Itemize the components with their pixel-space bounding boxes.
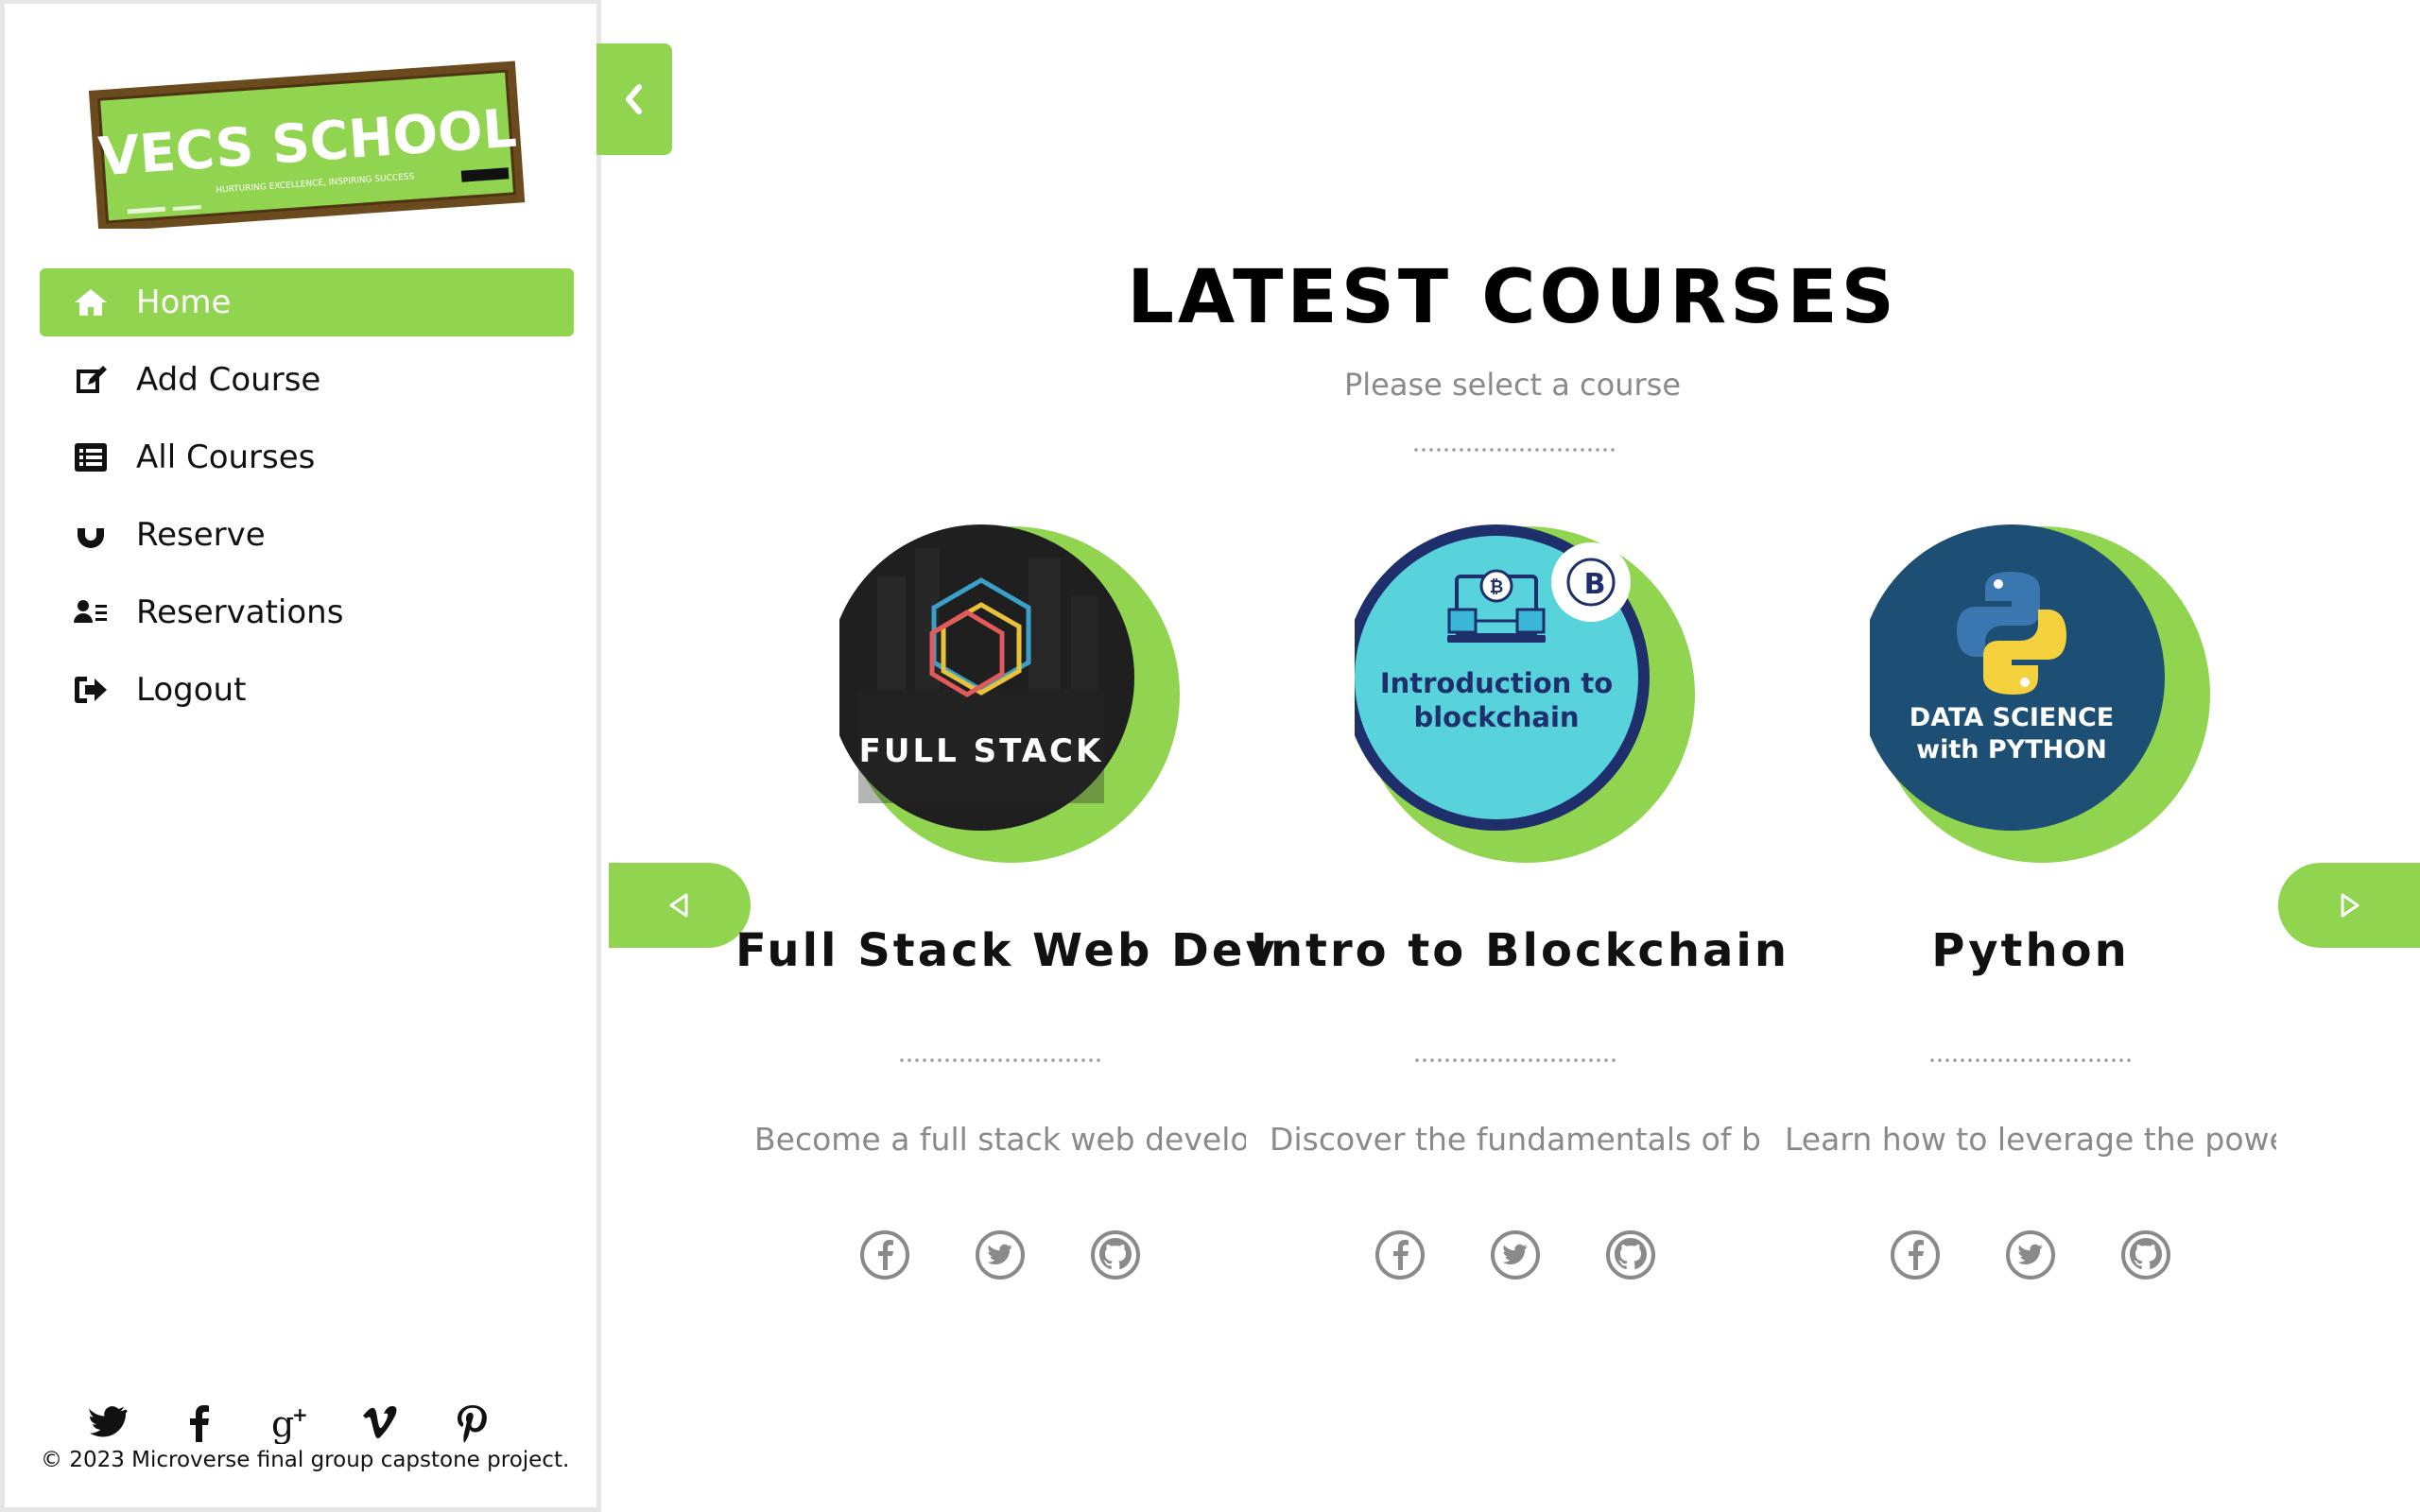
course-divider bbox=[1928, 1058, 2133, 1062]
twitter-icon[interactable] bbox=[88, 1402, 130, 1444]
course-image-full-stack[interactable]: FULL STACK bbox=[839, 520, 1199, 879]
nav-item-home[interactable]: Home bbox=[40, 268, 574, 336]
twitter-icon[interactable] bbox=[1489, 1228, 1542, 1281]
facebook-icon[interactable] bbox=[1889, 1228, 1942, 1281]
course-divider bbox=[1413, 1058, 1617, 1062]
nav-item-all-courses[interactable]: All Courses bbox=[40, 423, 574, 491]
course-description: Become a full stack web develo bbox=[754, 1121, 1246, 1158]
triangle-left-icon bbox=[669, 893, 688, 918]
user-list-icon bbox=[71, 593, 111, 632]
vecs-school-logo[interactable]: VECS SCHOOL HURTURING EXCELLENCE, INSPIR… bbox=[85, 49, 529, 229]
chevron-left-icon bbox=[626, 84, 642, 114]
course-image-label: DATA SCIENCE bbox=[1910, 703, 2114, 732]
nav-label: Logout bbox=[136, 671, 247, 709]
facebook-icon[interactable] bbox=[179, 1402, 220, 1444]
course-image-label: Introduction to bbox=[1380, 667, 1613, 699]
nav-label: Add Course bbox=[136, 361, 321, 399]
triangle-right-icon bbox=[2341, 893, 2360, 918]
course-card[interactable]: FULL STACK Full Stack Web Dev Become a f… bbox=[735, 520, 1275, 1304]
github-icon[interactable] bbox=[2119, 1228, 2172, 1281]
google-plus-icon[interactable]: g + bbox=[269, 1402, 311, 1444]
sidebar-social-links: g + bbox=[88, 1402, 493, 1444]
course-social-links bbox=[858, 1228, 1142, 1281]
nav-item-logout[interactable]: Logout bbox=[40, 656, 574, 724]
course-social-links bbox=[1889, 1228, 2172, 1281]
carousel-next-button[interactable] bbox=[2278, 863, 2420, 948]
svg-text:+: + bbox=[292, 1403, 308, 1426]
pinterest-icon[interactable] bbox=[451, 1402, 493, 1444]
course-image-label: with PYTHON bbox=[1916, 735, 2107, 765]
sidebar-nav: Home Add Course All Courses Reserve Rese… bbox=[40, 268, 574, 733]
course-card[interactable]: DATA SCIENCE with PYTHON Python Learn ho… bbox=[1785, 520, 2276, 1304]
home-icon bbox=[71, 283, 111, 322]
nav-label: Home bbox=[136, 284, 232, 321]
github-icon[interactable] bbox=[1604, 1228, 1657, 1281]
title-divider bbox=[1412, 448, 1616, 452]
course-social-links bbox=[1374, 1228, 1657, 1281]
course-image-python[interactable]: DATA SCIENCE with PYTHON bbox=[1870, 520, 2229, 879]
svg-text:g: g bbox=[271, 1403, 294, 1444]
carousel-prev-button[interactable] bbox=[609, 863, 751, 948]
course-description: Learn how to leverage the powe bbox=[1785, 1121, 2276, 1158]
svg-text:B: B bbox=[1584, 568, 1606, 601]
course-description: Discover the fundamentals of b bbox=[1270, 1121, 1761, 1158]
vimeo-icon[interactable] bbox=[360, 1402, 402, 1444]
course-image-label: blockchain bbox=[1413, 701, 1579, 733]
course-image-blockchain[interactable]: ₿ B Introduction to blockchain bbox=[1355, 520, 1714, 879]
edit-icon bbox=[71, 360, 111, 400]
github-icon[interactable] bbox=[1089, 1228, 1142, 1281]
course-title[interactable]: Intro to Blockchain bbox=[1251, 924, 1787, 977]
nav-item-reservations[interactable]: Reservations bbox=[40, 578, 574, 646]
twitter-icon[interactable] bbox=[974, 1228, 1027, 1281]
logout-icon bbox=[71, 670, 111, 710]
nav-label: All Courses bbox=[136, 438, 316, 476]
nav-item-reserve[interactable]: Reserve bbox=[40, 501, 574, 569]
collapse-sidebar-button[interactable] bbox=[596, 43, 672, 155]
facebook-icon[interactable] bbox=[858, 1228, 911, 1281]
magnet-icon bbox=[71, 515, 111, 555]
course-title[interactable]: Full Stack Web Dev bbox=[735, 924, 1275, 977]
copyright-text: © 2023 Microverse final group capstone p… bbox=[41, 1448, 570, 1472]
twitter-icon[interactable] bbox=[2004, 1228, 2057, 1281]
list-icon bbox=[71, 438, 111, 477]
course-title[interactable]: Python bbox=[1766, 924, 2295, 977]
nav-label: Reserve bbox=[136, 516, 266, 554]
page-subtitle: Please select a course bbox=[1343, 367, 1681, 403]
nav-label: Reservations bbox=[136, 593, 344, 631]
svg-text:₿: ₿ bbox=[1490, 577, 1504, 597]
page-title: LATEST COURSES bbox=[1127, 255, 1898, 340]
course-image-label: FULL STACK bbox=[859, 732, 1104, 770]
course-card[interactable]: ₿ B Introduction to blockchain Intro to … bbox=[1251, 520, 1787, 1304]
facebook-icon[interactable] bbox=[1374, 1228, 1426, 1281]
nav-item-add-course[interactable]: Add Course bbox=[40, 346, 574, 414]
sidebar: VECS SCHOOL HURTURING EXCELLENCE, INSPIR… bbox=[0, 0, 601, 1512]
course-divider bbox=[898, 1058, 1102, 1062]
